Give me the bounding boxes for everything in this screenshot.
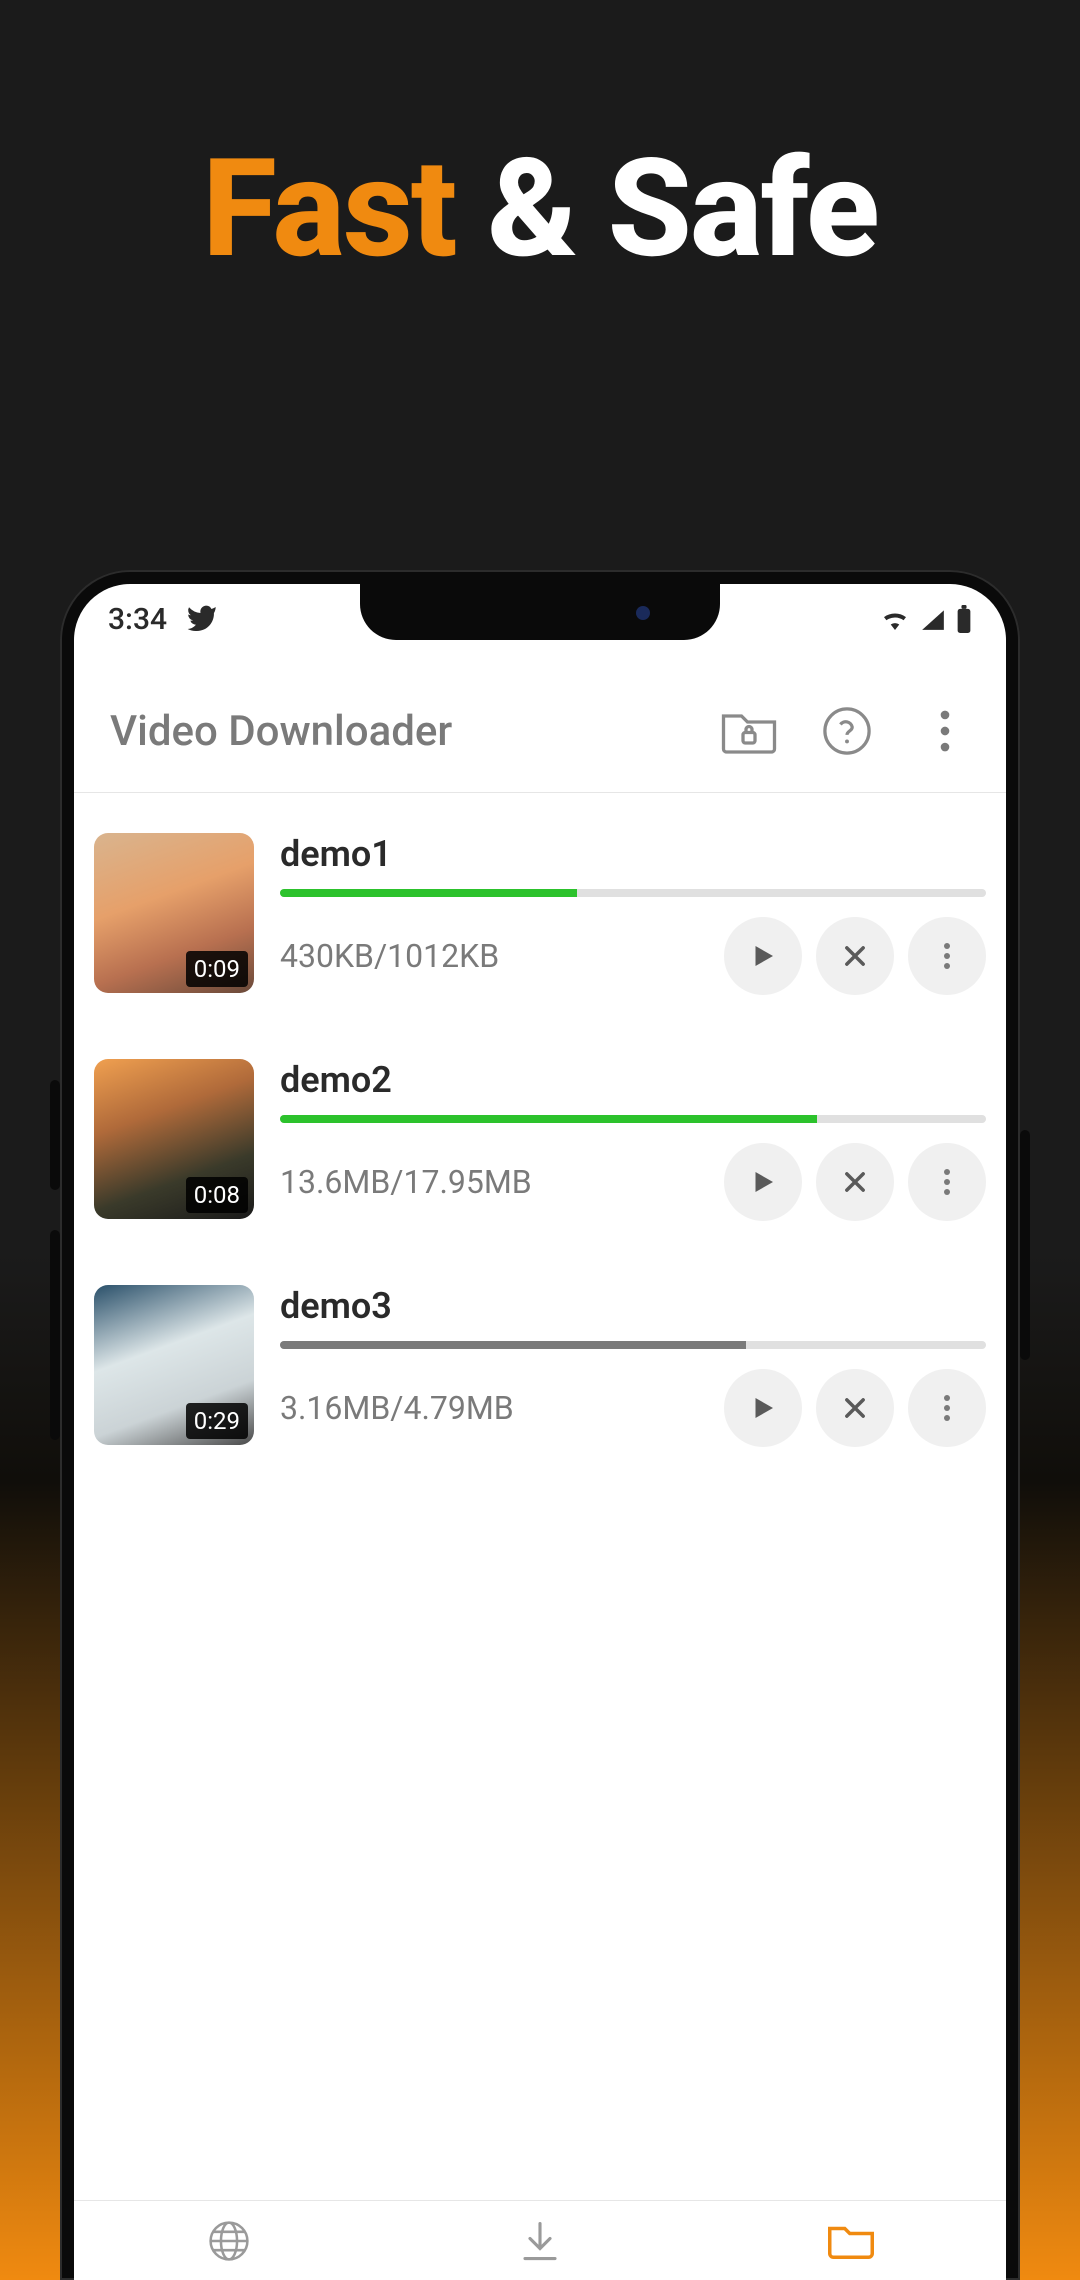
status-indicators [880, 605, 972, 633]
video-thumbnail[interactable]: 0:29 [94, 1285, 254, 1445]
download-progress [280, 1115, 986, 1123]
status-time: 3:34 [108, 602, 167, 637]
battery-icon [956, 605, 972, 633]
download-title: demo3 [280, 1285, 986, 1327]
download-item: 0:08 demo2 13.6MB/17.95MB [94, 1019, 986, 1245]
app-title: Video Downloader [110, 707, 686, 756]
video-duration: 0:08 [186, 1177, 248, 1213]
overflow-menu-button[interactable] [910, 696, 980, 766]
download-item: 0:29 demo3 3.16MB/4.79MB [94, 1245, 986, 1471]
download-size-status: 3.16MB/4.79MB [280, 1389, 710, 1427]
nav-files[interactable] [821, 2218, 881, 2264]
download-progress [280, 889, 986, 897]
headline-word-fast: Fast [202, 130, 455, 289]
play-button[interactable] [724, 1369, 802, 1447]
play-button[interactable] [724, 917, 802, 995]
video-thumbnail[interactable]: 0:09 [94, 833, 254, 993]
download-size-status: 13.6MB/17.95MB [280, 1163, 710, 1201]
wifi-icon [880, 608, 910, 630]
cancel-button[interactable] [816, 1369, 894, 1447]
nav-downloads[interactable] [510, 2218, 570, 2264]
item-menu-button[interactable] [908, 1143, 986, 1221]
item-menu-button[interactable] [908, 1369, 986, 1447]
bottom-nav [74, 2200, 1006, 2280]
headline-word-safe: Safe [608, 130, 878, 289]
cancel-button[interactable] [816, 917, 894, 995]
phone-notch [360, 584, 720, 640]
video-thumbnail[interactable]: 0:08 [94, 1059, 254, 1219]
signal-icon [920, 608, 946, 630]
help-button[interactable] [812, 696, 882, 766]
nav-browser[interactable] [199, 2218, 259, 2264]
promo-headline: Fast & Safe [0, 0, 1080, 289]
download-title: demo1 [280, 833, 986, 875]
play-button[interactable] [724, 1143, 802, 1221]
app-header: Video Downloader [74, 654, 1006, 793]
downloads-list: 0:09 demo1 430KB/1012KB [74, 793, 1006, 1471]
download-size-status: 430KB/1012KB [280, 937, 710, 975]
download-progress [280, 1341, 986, 1349]
phone-frame: 3:34 Video Downloader [60, 570, 1020, 2280]
twitter-icon [185, 603, 217, 635]
video-duration: 0:29 [186, 1403, 248, 1439]
headline-ampersand: & [487, 130, 576, 289]
download-item: 0:09 demo1 430KB/1012KB [94, 793, 986, 1019]
cancel-button[interactable] [816, 1143, 894, 1221]
download-title: demo2 [280, 1059, 986, 1101]
private-folder-button[interactable] [714, 696, 784, 766]
video-duration: 0:09 [186, 951, 248, 987]
item-menu-button[interactable] [908, 917, 986, 995]
